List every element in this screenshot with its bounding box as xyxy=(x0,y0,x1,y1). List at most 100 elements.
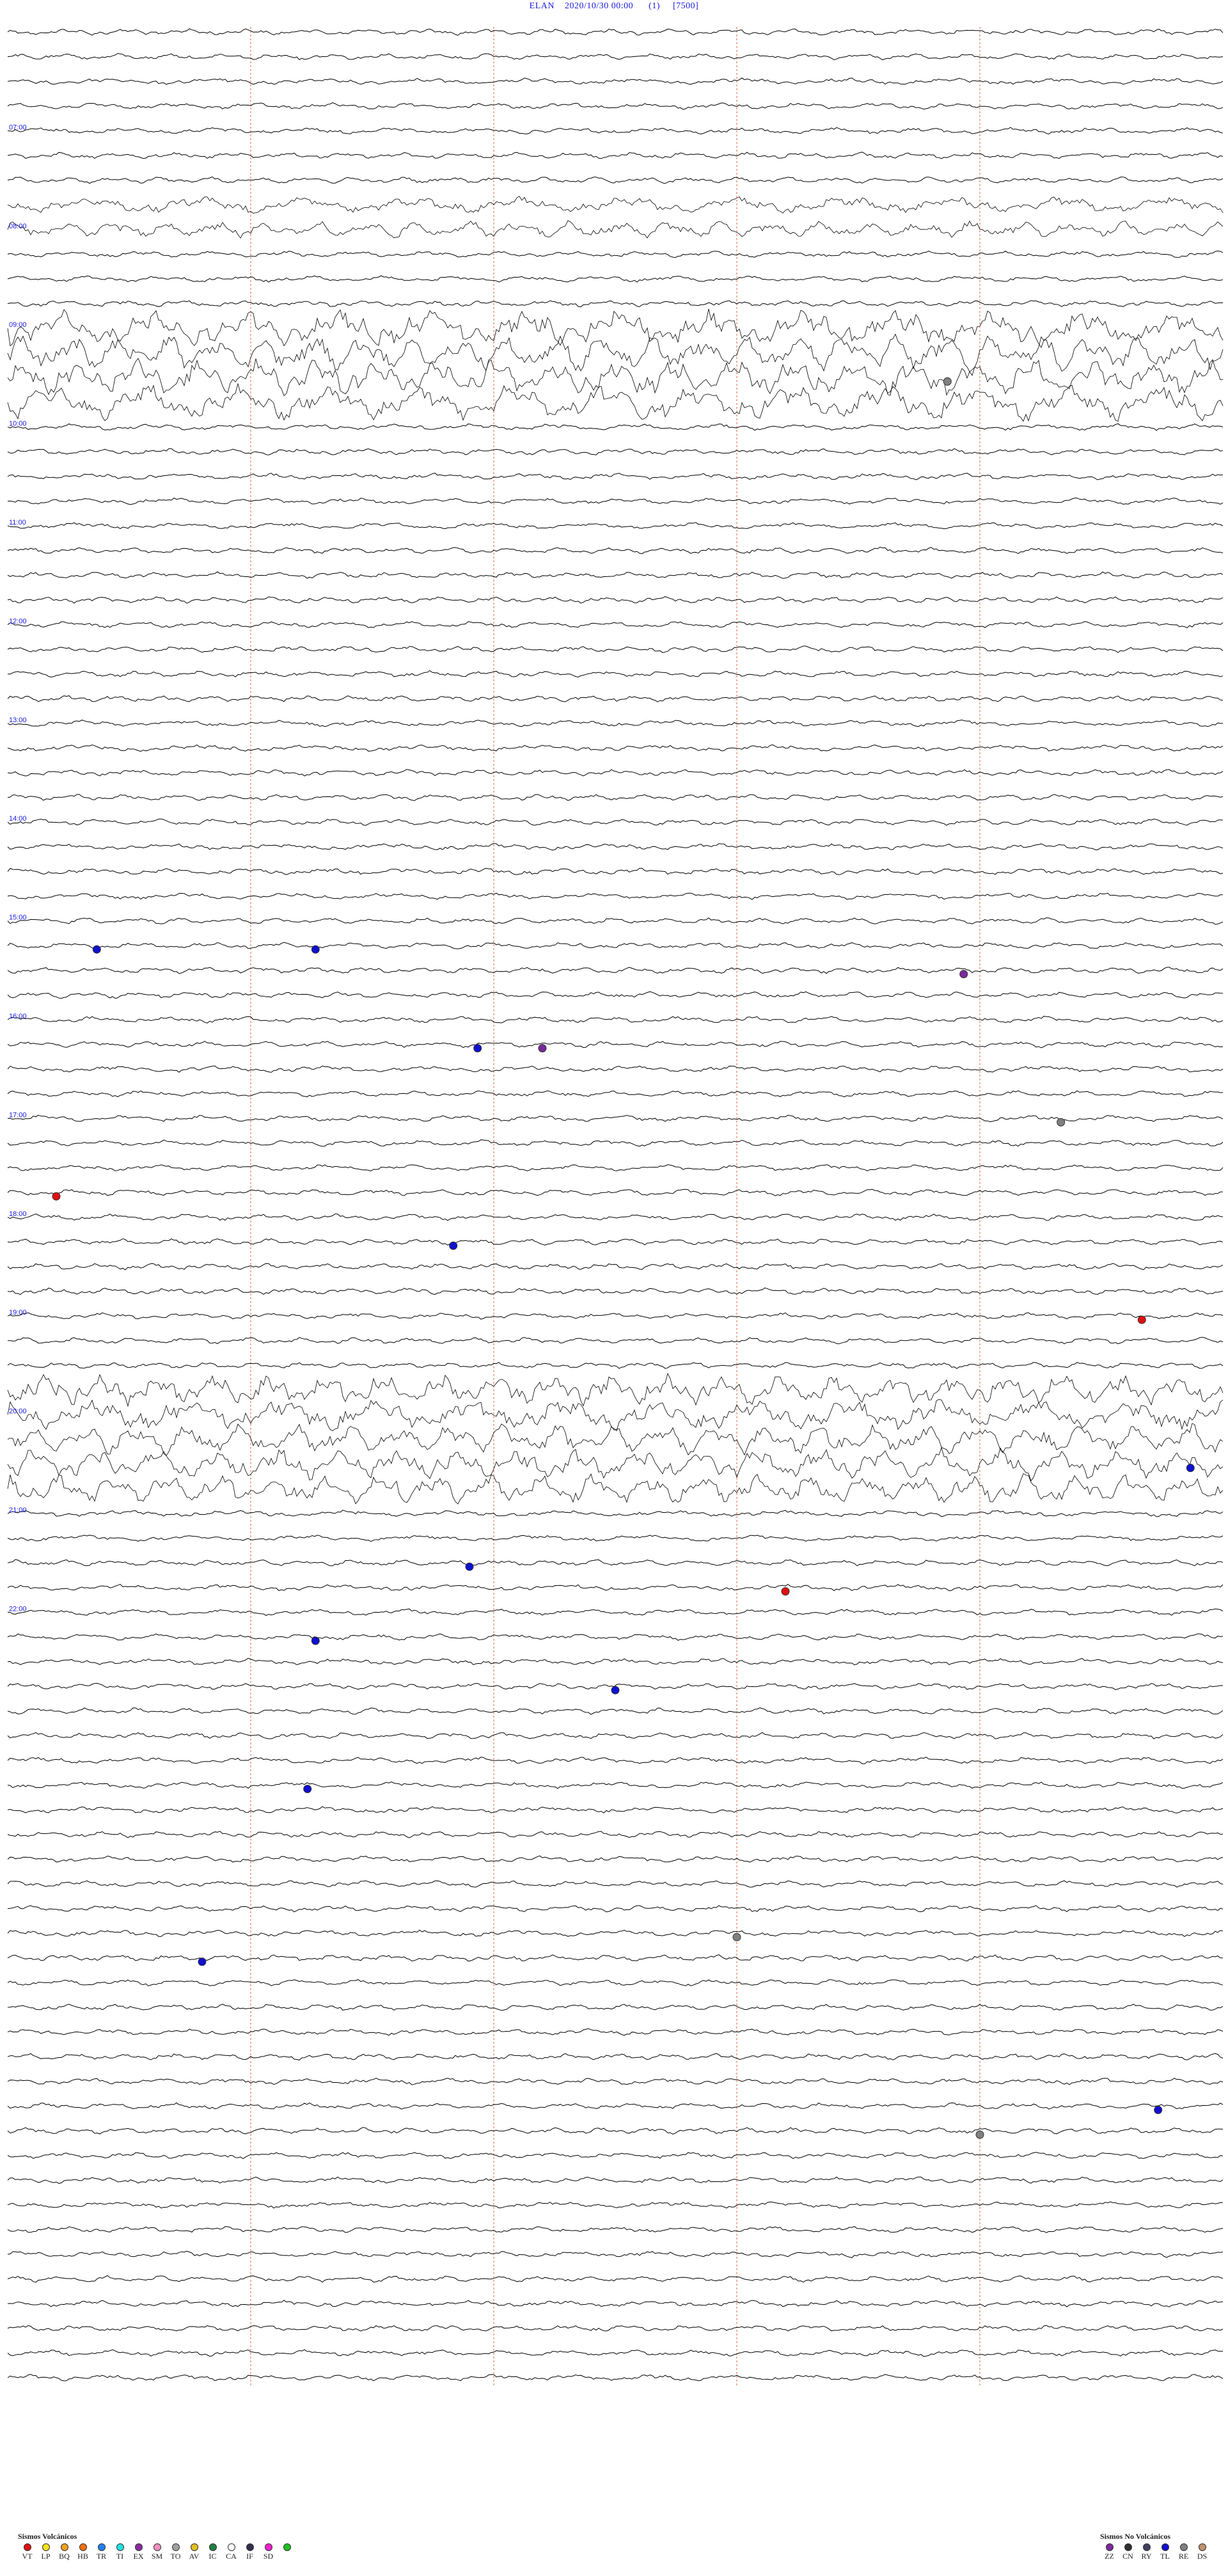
legend-volcanic-item: LP xyxy=(36,2543,55,2561)
legend-dot-icon xyxy=(42,2543,50,2551)
event-marker xyxy=(1057,1118,1066,1126)
legend-dot-icon xyxy=(1179,2543,1188,2551)
hour-label: 20:00 xyxy=(9,1408,27,1416)
legend-code: IF xyxy=(246,2552,253,2561)
legend-volcanic-item: TO xyxy=(166,2543,185,2561)
seismic-trace xyxy=(8,1337,1224,1345)
event-marker xyxy=(1154,2105,1163,2114)
seismic-trace xyxy=(7,300,1224,308)
seismic-trace xyxy=(7,2152,1224,2160)
legend-dot-icon xyxy=(1142,2543,1151,2551)
legend-code: TL xyxy=(1160,2552,1170,2561)
legend-volcanic-item xyxy=(278,2543,296,2561)
hour-label: 11:00 xyxy=(9,519,26,526)
seismic-trace xyxy=(7,1041,1224,1048)
seismic-trace xyxy=(7,102,1224,110)
event-marker xyxy=(732,1932,741,1941)
hour-label: 22:00 xyxy=(9,1605,27,1613)
legend-dot-icon xyxy=(153,2543,161,2551)
event-marker xyxy=(303,1785,312,1794)
seismic-trace xyxy=(7,1608,1224,1616)
legend-nonvolcanic-item: RE xyxy=(1174,2543,1193,2561)
legend-nonvolcanic-item: ZZ xyxy=(1100,2543,1119,2561)
seismic-trace xyxy=(7,794,1224,802)
seismic-trace xyxy=(7,1090,1224,1098)
event-marker xyxy=(465,1562,474,1571)
legend-code: RY xyxy=(1141,2552,1152,2561)
legend-volcanic-item: TI xyxy=(111,2543,129,2561)
seismic-trace xyxy=(7,942,1224,949)
seismic-trace xyxy=(7,2201,1224,2209)
legend-dot-icon xyxy=(60,2543,68,2551)
seismic-trace xyxy=(7,152,1224,159)
seismic-trace xyxy=(7,176,1224,184)
seismic-trace xyxy=(7,1287,1224,1295)
seismic-trace xyxy=(7,670,1224,678)
legend-nonvolcanic-item: DS xyxy=(1193,2543,1211,2561)
event-marker xyxy=(781,1587,790,1596)
legend-volcanic-item: HB xyxy=(74,2543,92,2561)
legend-code: TO xyxy=(170,2552,181,2561)
legend-dot-icon xyxy=(134,2543,143,2551)
event-marker xyxy=(943,377,952,386)
seismic-trace xyxy=(7,2275,1224,2283)
seismic-trace xyxy=(7,1707,1224,1715)
seismic-trace xyxy=(7,77,1224,85)
event-marker xyxy=(449,1241,458,1250)
seismic-trace xyxy=(7,842,1224,851)
seismic-trace xyxy=(7,1164,1224,1172)
hour-label: 16:00 xyxy=(9,1013,27,1020)
event-marker xyxy=(975,2130,984,2139)
legend-code: ZZ xyxy=(1105,2552,1114,2561)
legend-code: HB xyxy=(77,2552,88,2561)
legend-dot-icon xyxy=(79,2543,87,2551)
legend-dot-icon xyxy=(190,2543,198,2551)
seismic-trace xyxy=(7,1399,1224,1432)
seismic-trace xyxy=(7,2250,1224,2258)
legend-code: LP xyxy=(41,2552,51,2561)
legend-volcanic-item: AV xyxy=(185,2543,203,2561)
legend-nonvolcanic-item: CN xyxy=(1119,2543,1137,2561)
legend-volcanic-item: TR xyxy=(92,2543,111,2561)
event-marker xyxy=(538,1044,547,1053)
legend-volcanic-item: SD xyxy=(259,2543,278,2561)
seismic-trace xyxy=(7,2176,1224,2184)
seismic-trace xyxy=(7,1362,1224,1369)
seismic-trace xyxy=(7,818,1224,826)
seismic-trace xyxy=(7,1189,1224,1196)
seismic-trace xyxy=(7,423,1224,431)
legend-volcanic-item: EX xyxy=(129,2543,148,2561)
seismic-trace xyxy=(7,1732,1224,1739)
legend-volcanic-item: IF xyxy=(240,2543,259,2561)
seismic-trace xyxy=(7,1139,1224,1147)
legend-code: SD xyxy=(263,2552,274,2561)
legend-dot-icon xyxy=(246,2543,254,2551)
seismic-trace xyxy=(7,1559,1224,1567)
seismic-trace xyxy=(7,220,1224,239)
seismic-trace xyxy=(7,2325,1224,2332)
legend-code: CA xyxy=(226,2552,237,2561)
legend-code: VT xyxy=(22,2552,33,2561)
legend-nonvolcanic-title: Sismos No Volcánicos xyxy=(1100,2532,1171,2541)
seismic-trace xyxy=(7,1905,1224,1913)
legend-dot-icon xyxy=(97,2543,106,2551)
seismic-trace xyxy=(7,892,1223,900)
event-marker xyxy=(311,945,320,954)
seismic-trace xyxy=(7,196,1224,214)
hour-label: 21:00 xyxy=(9,1506,27,1514)
seismic-trace xyxy=(7,2374,1224,2382)
seismic-trace xyxy=(7,275,1224,283)
legend-dot-icon xyxy=(23,2543,31,2551)
seismic-trace xyxy=(7,358,1224,397)
legend-code: BQ xyxy=(59,2552,70,2561)
legend-code: CN xyxy=(1122,2552,1133,2561)
seismic-trace xyxy=(7,1510,1224,1517)
legend-dot-icon xyxy=(116,2543,124,2551)
seismic-trace xyxy=(7,2078,1224,2085)
hour-label: 08:00 xyxy=(9,223,27,230)
seismic-trace xyxy=(7,2226,1224,2233)
legend-dot-icon xyxy=(283,2543,291,2551)
legend-volcanic-item: IC xyxy=(203,2543,222,2561)
legend-nonvolcanic-item: RY xyxy=(1137,2543,1156,2561)
seismic-trace xyxy=(7,497,1224,505)
